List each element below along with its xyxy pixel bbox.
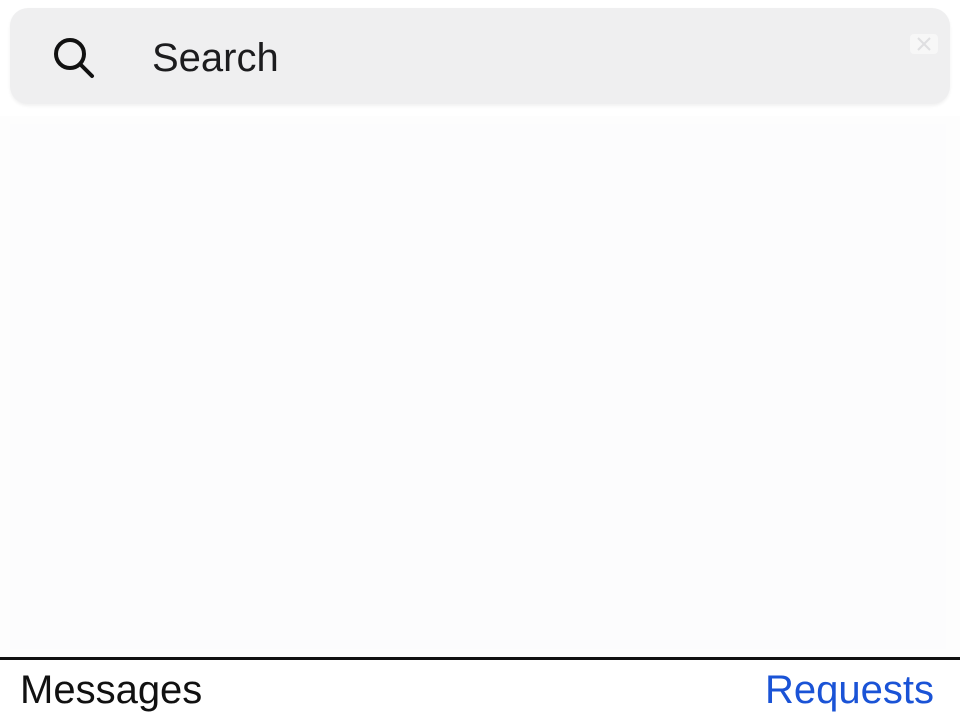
- tab-requests[interactable]: Requests: [765, 666, 934, 714]
- search-input[interactable]: [140, 28, 740, 88]
- search-bar[interactable]: [10, 8, 950, 104]
- messages-screen: Messages Requests: [0, 0, 960, 720]
- search-icon: [54, 38, 94, 78]
- tab-bar: Messages Requests: [0, 660, 960, 720]
- tab-messages[interactable]: Messages: [20, 666, 202, 714]
- conversation-list[interactable]: [0, 116, 960, 657]
- search-header: [0, 0, 960, 116]
- conversation-list-empty: [10, 124, 946, 649]
- clear-icon[interactable]: [908, 32, 940, 56]
